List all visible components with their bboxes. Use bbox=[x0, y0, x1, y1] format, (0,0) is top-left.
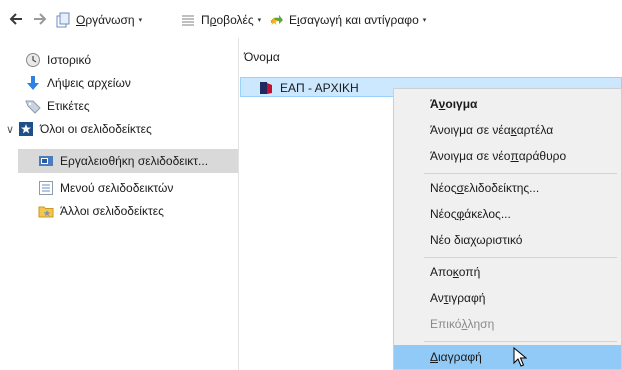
menu-item-label: οιγμα bbox=[445, 97, 478, 111]
menu-item-label: Νέο διαχωριστικό bbox=[430, 233, 523, 247]
organize-menu-button[interactable]: Οργάνωση ▾ bbox=[55, 11, 142, 29]
sidebar-item-bookmarks-toolbar[interactable]: Εργαλειοθήκη σελιδοδεικτ... bbox=[18, 149, 238, 173]
library-sidebar: Ιστορικό Λήψεις αρχείων Ετικέτες ∨ Όλοι … bbox=[0, 38, 238, 370]
menu-item-open[interactable]: Άν οιγμα bbox=[394, 93, 621, 115]
menu-item-cut[interactable]: Απο κ οπή bbox=[394, 261, 621, 283]
menu-item-open-new-tab[interactable]: Άνοιγμα σε νέα κ αρτέλα bbox=[394, 119, 621, 141]
star-bookmark-icon bbox=[19, 122, 33, 136]
chevron-down-icon[interactable]: ∨ bbox=[6, 123, 18, 136]
sidebar-item-history[interactable]: Ιστορικό bbox=[25, 50, 91, 70]
column-header-name[interactable]: Όνομα bbox=[244, 50, 280, 64]
menu-item-label: ελιδοδείκτης... bbox=[463, 181, 540, 195]
folder-bookmarks-icon bbox=[38, 206, 54, 218]
chevron-down-icon: ▾ bbox=[422, 17, 427, 24]
menu-item-label: Άνοιγμα σε νέα bbox=[430, 123, 511, 137]
sidebar-item-all-bookmarks[interactable]: ∨ Όλοι οι σελιδοδείκτες bbox=[6, 119, 152, 139]
organize-label-accel: Ο bbox=[76, 13, 86, 27]
clock-icon bbox=[26, 53, 40, 67]
download-arrow-icon bbox=[27, 76, 39, 90]
list-item-text: ΕΑΠ - ΑΡΧΙΚΗ bbox=[280, 81, 359, 95]
menu-item-accel: Δ bbox=[430, 350, 439, 364]
menu-item-accel: φ bbox=[456, 207, 465, 221]
menu-item-copy[interactable]: Αν τ ιγραφή bbox=[394, 287, 621, 309]
organize-icon bbox=[56, 12, 70, 28]
organize-label-post: ργάνωση bbox=[85, 13, 135, 27]
sidebar-item-label: Εργαλειοθήκη σελιδοδεικτ... bbox=[60, 154, 209, 168]
menu-bookmarks-icon bbox=[39, 181, 53, 195]
organizer-toolbar: Οργάνωση ▾ Πρ οβολές ▾ Ει σαγωγή και αντίγ… bbox=[0, 0, 622, 38]
back-arrow-icon[interactable] bbox=[8, 11, 24, 27]
menu-item-accel: σ bbox=[456, 181, 464, 195]
views-label-pre: Π bbox=[201, 13, 210, 27]
menu-item-label: ιαγραφή bbox=[438, 350, 482, 364]
menu-item-paste: Επικό λ ληση bbox=[394, 313, 621, 335]
sidebar-item-label: Ετικέτες bbox=[47, 99, 90, 113]
sidebar-item-other-bookmarks[interactable]: Άλλοι σελιδοδείκτες bbox=[38, 201, 164, 221]
menu-separator bbox=[424, 341, 617, 342]
sidebar-item-label: Λήψεις αρχείων bbox=[47, 76, 131, 90]
list-item-label[interactable]: ΕΑΠ - ΑΡΧΙΚΗ bbox=[258, 80, 359, 96]
menu-item-delete[interactable]: Διαγραφή bbox=[394, 345, 621, 369]
menu-separator bbox=[424, 257, 617, 258]
sidebar-item-bookmarks-menu[interactable]: Μενού σελιδοδεικτών bbox=[38, 178, 173, 198]
import-label-post: σαγωγή και αντίγραφο bbox=[299, 13, 419, 27]
menu-item-label: άκελος... bbox=[464, 207, 511, 221]
views-label-accel: ρ bbox=[209, 13, 217, 27]
toolbar-bookmarks-icon bbox=[39, 156, 53, 166]
menu-item-label: Ά bbox=[430, 97, 439, 111]
tag-icon bbox=[25, 100, 41, 114]
menu-item-label: Νέος bbox=[430, 181, 457, 195]
views-list-icon bbox=[182, 15, 194, 26]
menu-item-label: αράθυρο bbox=[518, 149, 567, 163]
pane-divider[interactable] bbox=[238, 38, 239, 370]
views-menu-button[interactable]: Πρ οβολές ▾ bbox=[180, 11, 261, 29]
chevron-down-icon: ▾ bbox=[138, 17, 143, 24]
menu-item-label: Άνοιγμα σε νέο bbox=[430, 149, 511, 163]
sidebar-item-tags[interactable]: Ετικέτες bbox=[25, 96, 90, 116]
forward-arrow-icon[interactable] bbox=[32, 11, 48, 27]
import-label-pre: Ε bbox=[289, 13, 298, 27]
sidebar-item-label: Άλλοι σελιδοδείκτες bbox=[60, 204, 164, 218]
menu-item-label: αρτέλα bbox=[516, 123, 554, 137]
menu-item-new-folder[interactable]: Νέος φ άκελος... bbox=[394, 203, 621, 225]
sidebar-item-label: Ιστορικό bbox=[47, 53, 92, 67]
menu-item-accel: π bbox=[510, 149, 519, 163]
menu-separator bbox=[424, 173, 617, 174]
menu-item-label: ληση bbox=[467, 317, 495, 331]
menu-item-label: Αν bbox=[430, 291, 444, 305]
menu-item-label: ιγραφή bbox=[448, 291, 486, 305]
sidebar-item-downloads[interactable]: Λήψεις αρχείων bbox=[25, 73, 131, 93]
context-menu: Άν οιγμα Άνοιγμα σε νέα κ αρτέλα Άνοιγμα σ… bbox=[393, 88, 622, 370]
menu-item-new-bookmark[interactable]: Νέος σ ελιδοδείκτης... bbox=[394, 177, 621, 199]
menu-item-label: οπή bbox=[458, 265, 481, 279]
import-star-icon bbox=[270, 15, 283, 25]
menu-item-new-separator[interactable]: Νέο διαχωριστικό bbox=[394, 229, 621, 251]
chevron-down-icon: ▾ bbox=[257, 17, 262, 24]
menu-item-label: Επικό bbox=[430, 317, 462, 331]
sidebar-item-label: Μενού σελιδοδεικτών bbox=[60, 181, 174, 195]
views-label-post: οβολές bbox=[216, 13, 254, 27]
menu-item-label: Νέος bbox=[430, 207, 457, 221]
menu-item-open-new-window[interactable]: Άνοιγμα σε νέο π αράθυρο bbox=[394, 145, 621, 167]
sidebar-item-label: Όλοι οι σελιδοδείκτες bbox=[40, 122, 152, 136]
mouse-pointer-icon bbox=[513, 347, 527, 367]
menu-item-label: Απο bbox=[430, 265, 453, 279]
menu-item-accel: ν bbox=[438, 97, 446, 111]
site-favicon-icon bbox=[260, 82, 272, 94]
import-backup-menu-button[interactable]: Ει σαγωγή και αντίγραφο ▾ bbox=[268, 11, 426, 29]
